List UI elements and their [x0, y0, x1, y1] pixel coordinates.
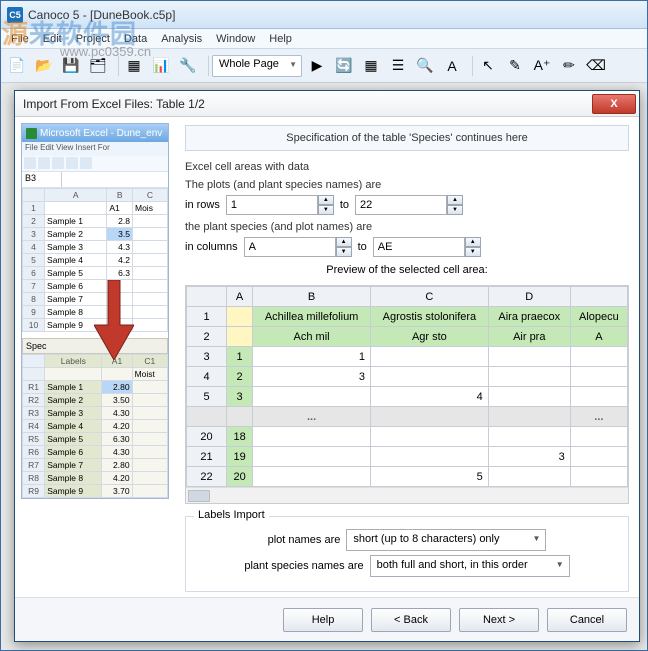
- tool-grid-icon[interactable]: ▦: [359, 54, 383, 78]
- tool-chart-icon[interactable]: 📊: [149, 54, 173, 78]
- tool-layers-icon[interactable]: ☰: [386, 54, 410, 78]
- tool-props-icon[interactable]: 🔧: [176, 54, 200, 78]
- toolbar-separator: [203, 55, 209, 77]
- spin-down-icon[interactable]: ▼: [336, 247, 352, 257]
- spin-up-icon[interactable]: ▲: [318, 195, 334, 205]
- tool-wand-icon[interactable]: ✎: [503, 54, 527, 78]
- tool-save-icon[interactable]: 💾: [59, 54, 83, 78]
- toolbar-separator: [467, 55, 473, 77]
- in-cols-label: in columns: [185, 241, 238, 253]
- tool-refresh-icon[interactable]: 🔄: [332, 54, 356, 78]
- menu-help[interactable]: Help: [263, 31, 298, 47]
- to-label: to: [358, 241, 367, 253]
- spec-tab: Spec: [22, 338, 168, 354]
- from-col-input[interactable]: [244, 237, 336, 257]
- preview-table-wrap: ABCD 1Achillea millefoliumAgrostis stolo…: [185, 285, 629, 504]
- tool-pointer-icon[interactable]: ↖: [476, 54, 500, 78]
- spin-up-icon[interactable]: ▲: [447, 195, 463, 205]
- to-label: to: [340, 199, 349, 211]
- toolbar-separator: [113, 55, 119, 77]
- plot-names-combo[interactable]: short (up to 8 characters) only: [346, 529, 546, 551]
- tool-erase-icon[interactable]: ⌫: [584, 54, 608, 78]
- cancel-button[interactable]: Cancel: [547, 608, 627, 632]
- tool-run-icon[interactable]: ▶: [305, 54, 329, 78]
- tool-aplus-icon[interactable]: A⁺: [530, 54, 554, 78]
- menu-project[interactable]: Project: [70, 31, 116, 47]
- preview-table: ABCD 1Achillea millefoliumAgrostis stolo…: [186, 286, 628, 487]
- species-names-label: plant species names are: [244, 560, 363, 572]
- preview-label: Preview of the selected cell area:: [185, 261, 629, 279]
- spin-down-icon[interactable]: ▼: [318, 205, 334, 215]
- menubar: File Edit Project Data Analysis Window H…: [1, 29, 647, 49]
- excel-cellref: B3: [22, 172, 168, 188]
- menu-file[interactable]: File: [5, 31, 35, 47]
- excel-thumbnail: Microsoft Excel - Dune_env File Edit Vie…: [21, 123, 169, 499]
- tool-zoomin-icon[interactable]: 🔍: [413, 54, 437, 78]
- dialog-main-pane: Specification of the table 'Species' con…: [175, 117, 639, 597]
- menu-data[interactable]: Data: [118, 31, 153, 47]
- cell-areas-label: Excel cell areas with data: [185, 161, 629, 173]
- labels-import-legend: Labels Import: [194, 509, 269, 521]
- app-icon: C5: [7, 7, 23, 23]
- in-rows-label: in rows: [185, 199, 220, 211]
- to-col-input[interactable]: [373, 237, 465, 257]
- plot-names-label: plot names are: [268, 534, 341, 546]
- menu-analysis[interactable]: Analysis: [155, 31, 208, 47]
- tool-new-icon[interactable]: 📄: [5, 54, 29, 78]
- tool-text-icon[interactable]: A: [440, 54, 464, 78]
- next-button[interactable]: Next >: [459, 608, 539, 632]
- excel-toolbar: [22, 156, 168, 172]
- excel-grid-bottom: LabelsA1C1 Moist R1Sample 12.80 R2Sample…: [22, 354, 168, 498]
- cols-label: the plant species (and plot names) are: [185, 221, 629, 233]
- labels-import-group: Labels Import plot names are short (up t…: [185, 516, 629, 592]
- tool-pen-icon[interactable]: ✏: [557, 54, 581, 78]
- from-row-input[interactable]: [226, 195, 318, 215]
- menu-edit[interactable]: Edit: [37, 31, 68, 47]
- to-row-input[interactable]: [355, 195, 447, 215]
- zoom-select[interactable]: Whole Page: [212, 55, 302, 77]
- excel-menu: File Edit View Insert For: [22, 142, 168, 156]
- rows-label: The plots (and plant species names) are: [185, 179, 629, 191]
- h-scrollbar[interactable]: [186, 487, 628, 503]
- dialog-footer: Help < Back Next > Cancel: [15, 597, 639, 641]
- titlebar: C5 Canoco 5 - [DuneBook.c5p]: [1, 1, 647, 29]
- spin-up-icon[interactable]: ▲: [465, 237, 481, 247]
- import-dialog: Import From Excel Files: Table 1/2 X Mic…: [14, 90, 640, 642]
- excel-title: Microsoft Excel - Dune_env: [22, 124, 168, 142]
- help-button[interactable]: Help: [283, 608, 363, 632]
- dialog-titlebar: Import From Excel Files: Table 1/2 X: [15, 91, 639, 117]
- back-button[interactable]: < Back: [371, 608, 451, 632]
- species-names-combo[interactable]: both full and short, in this order: [370, 555, 570, 577]
- excel-preview-pane: Microsoft Excel - Dune_env File Edit Vie…: [15, 117, 175, 597]
- spin-down-icon[interactable]: ▼: [447, 205, 463, 215]
- dialog-title: Import From Excel Files: Table 1/2: [23, 97, 205, 111]
- toolbar: 📄 📂 💾 🗂 ▦ 📊 🔧 Whole Page ▶ 🔄 ▦ ☰ 🔍 A ↖ ✎…: [1, 49, 647, 83]
- window-title: Canoco 5 - [DuneBook.c5p]: [28, 8, 175, 22]
- spec-header: Specification of the table 'Species' con…: [185, 125, 629, 151]
- spin-up-icon[interactable]: ▲: [336, 237, 352, 247]
- tool-table-icon[interactable]: ▦: [122, 54, 146, 78]
- tool-folder-icon[interactable]: 🗂: [86, 54, 110, 78]
- close-button[interactable]: X: [592, 94, 636, 114]
- spin-down-icon[interactable]: ▼: [465, 247, 481, 257]
- excel-grid-top: ABC 1A1Mois 2Sample 12.8 3Sample 23.5 4S…: [22, 188, 168, 332]
- menu-window[interactable]: Window: [210, 31, 261, 47]
- tool-open-icon[interactable]: 📂: [32, 54, 56, 78]
